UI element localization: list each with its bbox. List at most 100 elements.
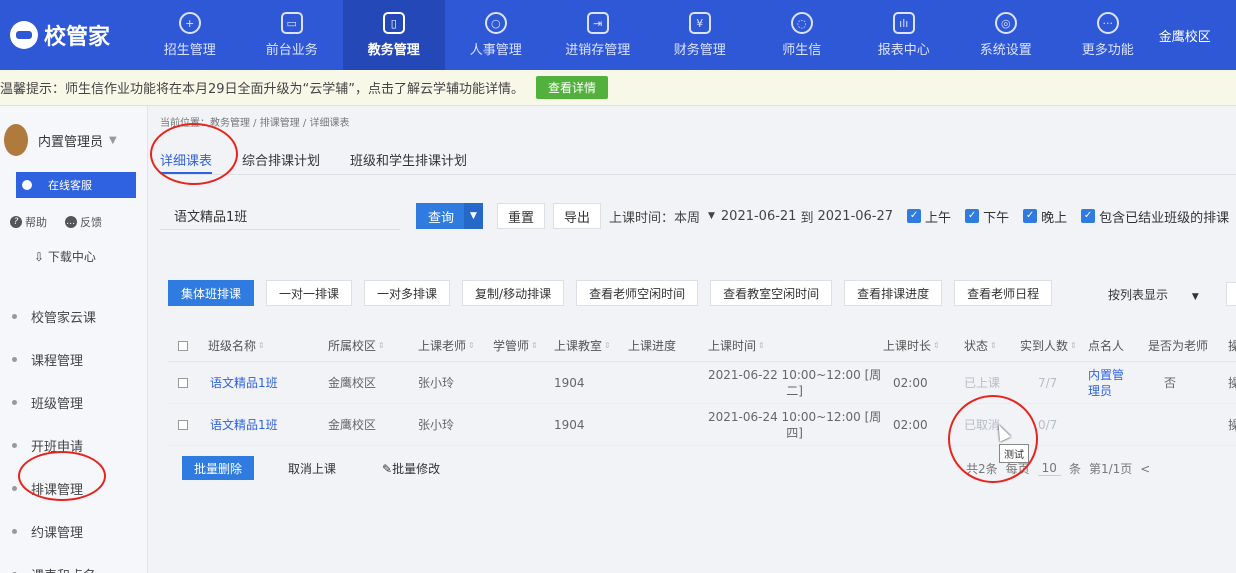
action-button-6[interactable]: 查看排课进度 (844, 280, 943, 306)
sidebar-menu-label: 课表和点名 (31, 565, 96, 573)
column-header[interactable]: 学管师 ⇕ (493, 330, 538, 361)
query-button[interactable]: 查询 ▼ (416, 203, 483, 229)
nav-item-1[interactable]: ▭ 前台业务 (241, 0, 343, 70)
action-button-3[interactable]: 复制/移动排课 (462, 280, 565, 306)
prev-page-button[interactable]: < (1140, 462, 1150, 476)
action-button-5[interactable]: 查看教室空闲时间 (710, 280, 833, 306)
view-mode-select[interactable]: 按列表显示 ▼ (1108, 286, 1199, 303)
column-header-label: 上课进度 (628, 339, 677, 353)
batch-delete-button[interactable]: 批量删除 (182, 456, 255, 480)
sidebar-menu-item[interactable]: 课表和点名 (0, 553, 147, 573)
bullet-icon (12, 357, 17, 362)
settings-button-partial[interactable] (1226, 282, 1236, 306)
help-link[interactable]: ? 帮助 (10, 214, 47, 230)
logo[interactable]: 校管家 (0, 0, 139, 70)
time-checkboxes: ✓ 上午 ✓ 下午 ✓ 晚上 ✓ 包含已结业班级的排课 (893, 207, 1229, 226)
sidebar-menu-label: 班级管理 (31, 397, 84, 412)
checkbox-3[interactable]: ✓ 包含已结业班级的排课 (1081, 207, 1229, 226)
tab-divider (160, 174, 1236, 175)
caller-link[interactable]: 内置管 理员 (1088, 367, 1124, 399)
column-header[interactable]: 上课教室 ⇕ (554, 330, 611, 361)
nav-item-label: 系统设置 (979, 43, 1032, 58)
bullet-icon (12, 400, 17, 405)
select-all-checkbox[interactable] (178, 330, 188, 361)
nav-item-5[interactable]: ¥ 财务管理 (649, 0, 751, 70)
nav-item-6[interactable]: ◌ 师生信 (751, 0, 853, 70)
cell-duration: 02:00 (893, 362, 928, 403)
table-row[interactable]: 语文精品1班 金鹰校区 张小玲 1904 2021-06-24 10:00~12:00 … (168, 404, 1236, 446)
sidebar-menu-label: 校管家云课 (31, 311, 97, 326)
table-row[interactable]: 语文精品1班 金鹰校区 张小玲 1904 2021-06-22 10:00~12:00 … (168, 362, 1236, 404)
column-header-label: 班级名称 (208, 339, 257, 353)
teacher-text: 张小玲 (418, 376, 455, 390)
column-header[interactable]: 是否为老师 (1148, 330, 1208, 361)
sort-icon: ⇕ (990, 341, 997, 350)
more-dots-icon: ··· (1096, 12, 1119, 34)
nav-item-2[interactable]: ▯ 教务管理 (342, 0, 445, 70)
cell-room: 1904 (554, 362, 585, 403)
date-to-field[interactable]: 2021-06-27 (817, 209, 893, 224)
online-service-button[interactable]: 在线客服 (16, 172, 136, 198)
per-page-select[interactable]: 10 (1037, 461, 1061, 476)
chevron-down-icon[interactable]: ▼ (464, 203, 483, 229)
action-button-4[interactable]: 查看老师空闲时间 (576, 280, 699, 306)
nav-item-8[interactable]: ◎ 系统设置 (955, 0, 1057, 70)
checkbox-0[interactable]: ✓ 上午 (907, 207, 951, 226)
tab-2[interactable]: 班级和学生排课计划 (350, 144, 467, 174)
nav-item-4[interactable]: ⇥ 进销存管理 (547, 0, 649, 70)
row-checkbox[interactable] (178, 362, 188, 403)
column-header[interactable]: 上课时长 ⇕ (883, 330, 940, 361)
class-name-link[interactable]: 语文精品1班 (210, 416, 278, 433)
date-from-field[interactable]: 2021-06-21 (721, 209, 797, 224)
column-header-label: 上课老师 (418, 339, 467, 353)
class-name-link[interactable]: 语文精品1班 (210, 374, 278, 391)
sidebar-menu-item[interactable]: 校管家云课 (0, 295, 147, 338)
op-text[interactable]: 操 (1228, 374, 1236, 391)
column-header[interactable]: 上课进度 (628, 330, 676, 361)
bulk-actions: 批量删除 取消上课 ✎批量修改 (182, 456, 474, 480)
action-button-0[interactable]: 集体班排课 (168, 280, 255, 306)
sort-icon: ⇕ (531, 341, 538, 350)
column-header[interactable]: 所属校区 ⇕ (328, 330, 385, 361)
view-details-button[interactable]: 查看详情 (536, 76, 609, 99)
campus-switcher[interactable]: 金鹰校区 (1159, 0, 1236, 70)
export-button[interactable]: 导出 (552, 203, 601, 229)
column-header[interactable]: 点名人 (1088, 330, 1124, 361)
column-header[interactable]: 班级名称 ⇕ (208, 330, 265, 361)
sidebar-menu-item[interactable]: 班级管理 (0, 381, 147, 424)
column-header[interactable]: 状态 ⇕ (964, 330, 997, 361)
bullet-icon (12, 486, 17, 491)
time-range-select[interactable]: 上课时间：本周 ▼ 2021-06-21 到 2021-06-27 (609, 207, 893, 226)
download-center-link[interactable]: ⇩ 下载中心 (0, 230, 147, 265)
nav-item-3[interactable]: ○ 人事管理 (445, 0, 547, 70)
row-checkbox[interactable] (178, 404, 188, 445)
nav-item-label: 师生信 (782, 43, 822, 58)
class-search-input[interactable]: 语文精品1班 (160, 202, 400, 230)
column-header[interactable]: 上课时间 ⇕ (708, 330, 765, 361)
nav-item-label: 人事管理 (469, 43, 522, 58)
batch-edit-button[interactable]: ✎批量修改 (370, 456, 452, 480)
action-button-1[interactable]: 一对一排课 (266, 280, 353, 306)
cell-op: 操 (1228, 404, 1236, 445)
feedback-link[interactable]: … 反馈 (65, 214, 102, 230)
checkbox-1[interactable]: ✓ 下午 (965, 207, 1009, 226)
nav-item-7[interactable]: ılı 报表中心 (853, 0, 955, 70)
op-text[interactable]: 操 (1228, 416, 1236, 433)
cancel-class-button[interactable]: 取消上课 (276, 456, 348, 480)
action-button-2[interactable]: 一对多排课 (364, 280, 451, 306)
column-header[interactable]: 上课老师 ⇕ (418, 330, 475, 361)
sidebar-menu-item[interactable]: 约课管理 (0, 510, 147, 553)
column-header[interactable]: 操 (1228, 330, 1236, 361)
tab-1[interactable]: 综合排课计划 (242, 144, 320, 174)
nav-item-0[interactable]: + 招生管理 (139, 0, 241, 70)
annotation-circle-tab (150, 123, 238, 185)
user-menu[interactable]: 内置管理员 ▼ (0, 106, 147, 156)
help-label: 帮助 (25, 216, 47, 229)
action-button-7[interactable]: 查看老师日程 (954, 280, 1053, 306)
reset-button[interactable]: 重置 (496, 203, 545, 229)
sidebar-menu-item[interactable]: 课程管理 (0, 338, 147, 381)
checkbox-2[interactable]: ✓ 晚上 (1023, 207, 1067, 226)
column-header-label: 是否为老师 (1148, 339, 1209, 353)
column-header[interactable]: 实到人数 ⇕ (1020, 330, 1077, 361)
nav-item-9[interactable]: ··· 更多功能 (1057, 0, 1159, 70)
